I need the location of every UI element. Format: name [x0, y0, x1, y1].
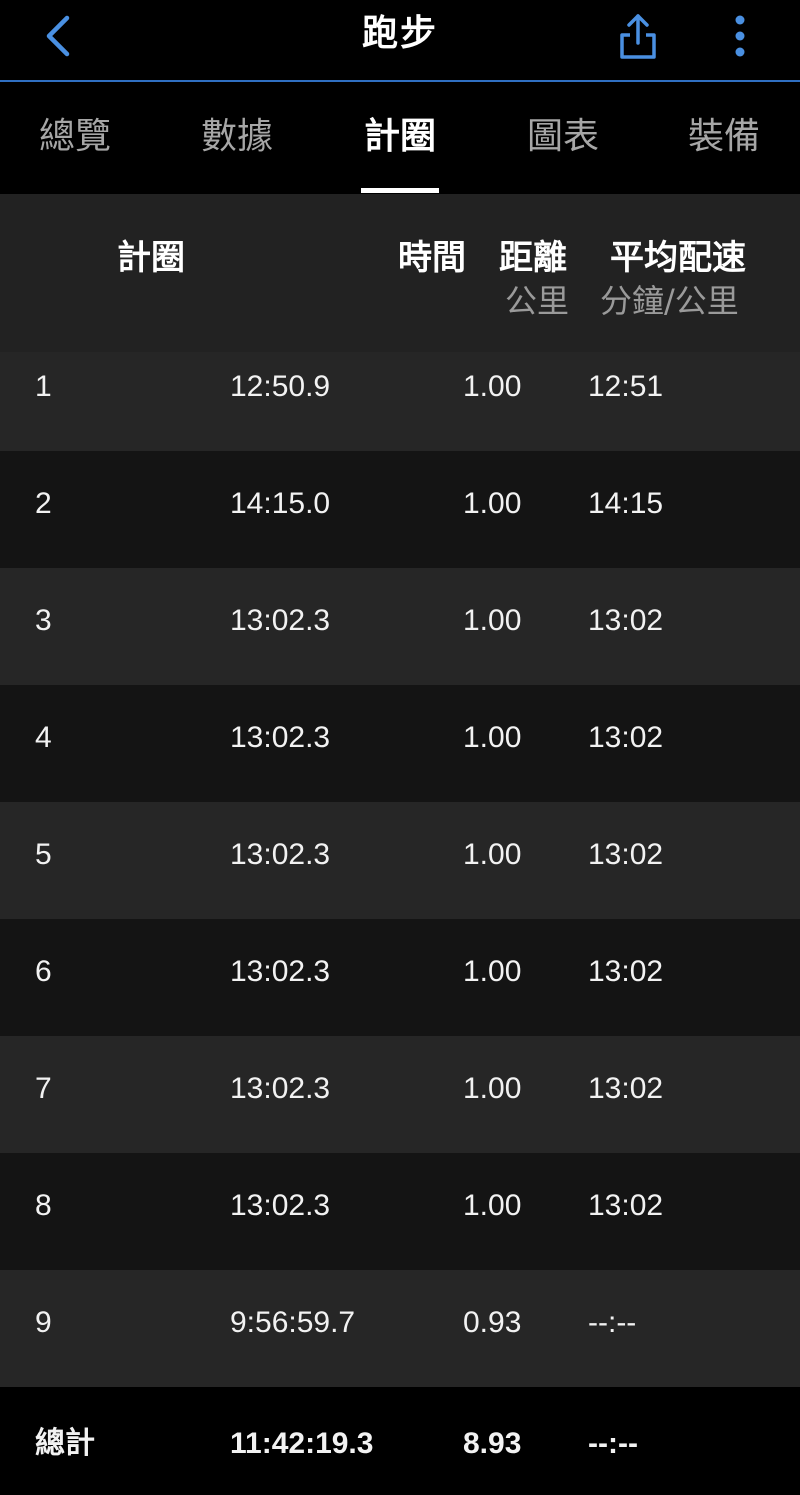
- table-row[interactable]: 7 13:02.3 1.00 13:02: [0, 1036, 800, 1153]
- lap-pace: 13:02: [588, 955, 664, 988]
- table-row[interactable]: 8 13:02.3 1.00 13:02: [0, 1153, 800, 1270]
- lap-number: 9: [35, 1306, 52, 1339]
- lap-pace: 14:15: [588, 487, 664, 520]
- lap-distance: 1.00: [463, 955, 522, 988]
- lap-distance: 1.00: [463, 838, 522, 871]
- lap-distance: 1.00: [463, 370, 522, 403]
- lap-distance: 1.00: [463, 1189, 522, 1222]
- lap-number: 6: [35, 955, 52, 988]
- column-header-lap: 計圈: [117, 238, 185, 278]
- lap-number: 7: [35, 1072, 52, 1105]
- lap-time: 13:02.3: [230, 838, 331, 871]
- lap-pace: 13:02: [588, 604, 664, 637]
- share-icon: [620, 14, 656, 59]
- tab-overview[interactable]: 總覽: [0, 84, 155, 192]
- lap-number: 2: [35, 487, 52, 520]
- chevron-left-icon: [46, 15, 70, 57]
- lap-time: 13:02.3: [230, 604, 331, 637]
- lap-time: 13:02.3: [230, 721, 331, 754]
- table-row[interactable]: 9 9:56:59.7 0.93 --:--: [0, 1270, 800, 1387]
- lap-number: 8: [35, 1189, 52, 1222]
- lap-distance: 1.00: [463, 1072, 522, 1105]
- tab-laps[interactable]: 計圈: [320, 84, 480, 192]
- laps-table-body: 1 12:50.9 1.00 12:51 2 14:15.0 1.00 14:1…: [0, 352, 800, 1387]
- lap-time: 13:02.3: [230, 1072, 331, 1105]
- lap-pace: 13:02: [588, 1072, 664, 1105]
- lap-number: 4: [35, 721, 52, 754]
- total-time: 11:42:19.3: [230, 1427, 374, 1460]
- more-options-button[interactable]: [716, 6, 764, 66]
- tab-charts[interactable]: 圖表: [483, 84, 643, 192]
- lap-time: 12:50.9: [230, 370, 331, 403]
- column-header-time: 時間: [398, 238, 466, 278]
- lap-number: 5: [35, 838, 52, 871]
- total-label: 總計: [35, 1427, 95, 1460]
- lap-pace: --:--: [588, 1306, 637, 1339]
- lap-distance: 1.00: [463, 604, 522, 637]
- lap-time: 13:02.3: [230, 1189, 331, 1222]
- lap-pace: 12:51: [588, 370, 664, 403]
- tab-gear[interactable]: 裝備: [644, 84, 800, 192]
- total-pace: --:--: [588, 1427, 638, 1460]
- pace-unit-label: 分鐘/公里: [600, 282, 739, 320]
- table-row[interactable]: 6 13:02.3 1.00 13:02: [0, 919, 800, 1036]
- tab-data[interactable]: 數據: [157, 84, 317, 192]
- table-row[interactable]: 2 14:15.0 1.00 14:15: [0, 451, 800, 568]
- distance-unit-label: 公里: [505, 282, 570, 320]
- lap-pace: 13:02: [588, 721, 664, 754]
- active-tab-indicator: [361, 188, 439, 193]
- tab-bar: 總覽 數據 計圈 圖表 裝備: [0, 84, 800, 194]
- more-vertical-icon: [735, 15, 745, 57]
- lap-pace: 13:02: [588, 1189, 664, 1222]
- lap-pace: 13:02: [588, 838, 664, 871]
- lap-time: 9:56:59.7: [230, 1306, 356, 1339]
- lap-number: 1: [35, 370, 52, 403]
- lap-distance: 1.00: [463, 487, 522, 520]
- total-distance: 8.93: [463, 1427, 522, 1460]
- table-row[interactable]: 3 13:02.3 1.00 13:02: [0, 568, 800, 685]
- column-header-distance: 距離: [499, 238, 567, 278]
- lap-time: 13:02.3: [230, 955, 331, 988]
- lap-distance: 0.93: [463, 1306, 522, 1339]
- laps-table-header: 計圈 時間 距離 平均配速 公里 分鐘/公里: [0, 194, 800, 352]
- total-row: 總計 11:42:19.3 8.93 --:--: [0, 1389, 800, 1495]
- table-row[interactable]: 5 13:02.3 1.00 13:02: [0, 802, 800, 919]
- lap-number: 3: [35, 604, 52, 637]
- top-bar: 跑步: [0, 0, 800, 82]
- column-header-pace: 平均配速: [610, 238, 746, 278]
- page-title: 跑步: [361, 13, 438, 54]
- back-button[interactable]: [30, 6, 86, 66]
- lap-distance: 1.00: [463, 721, 522, 754]
- table-row[interactable]: 4 13:02.3 1.00 13:02: [0, 685, 800, 802]
- share-button[interactable]: [608, 6, 668, 66]
- lap-time: 14:15.0: [230, 487, 331, 520]
- table-row[interactable]: 1 12:50.9 1.00 12:51: [0, 352, 800, 451]
